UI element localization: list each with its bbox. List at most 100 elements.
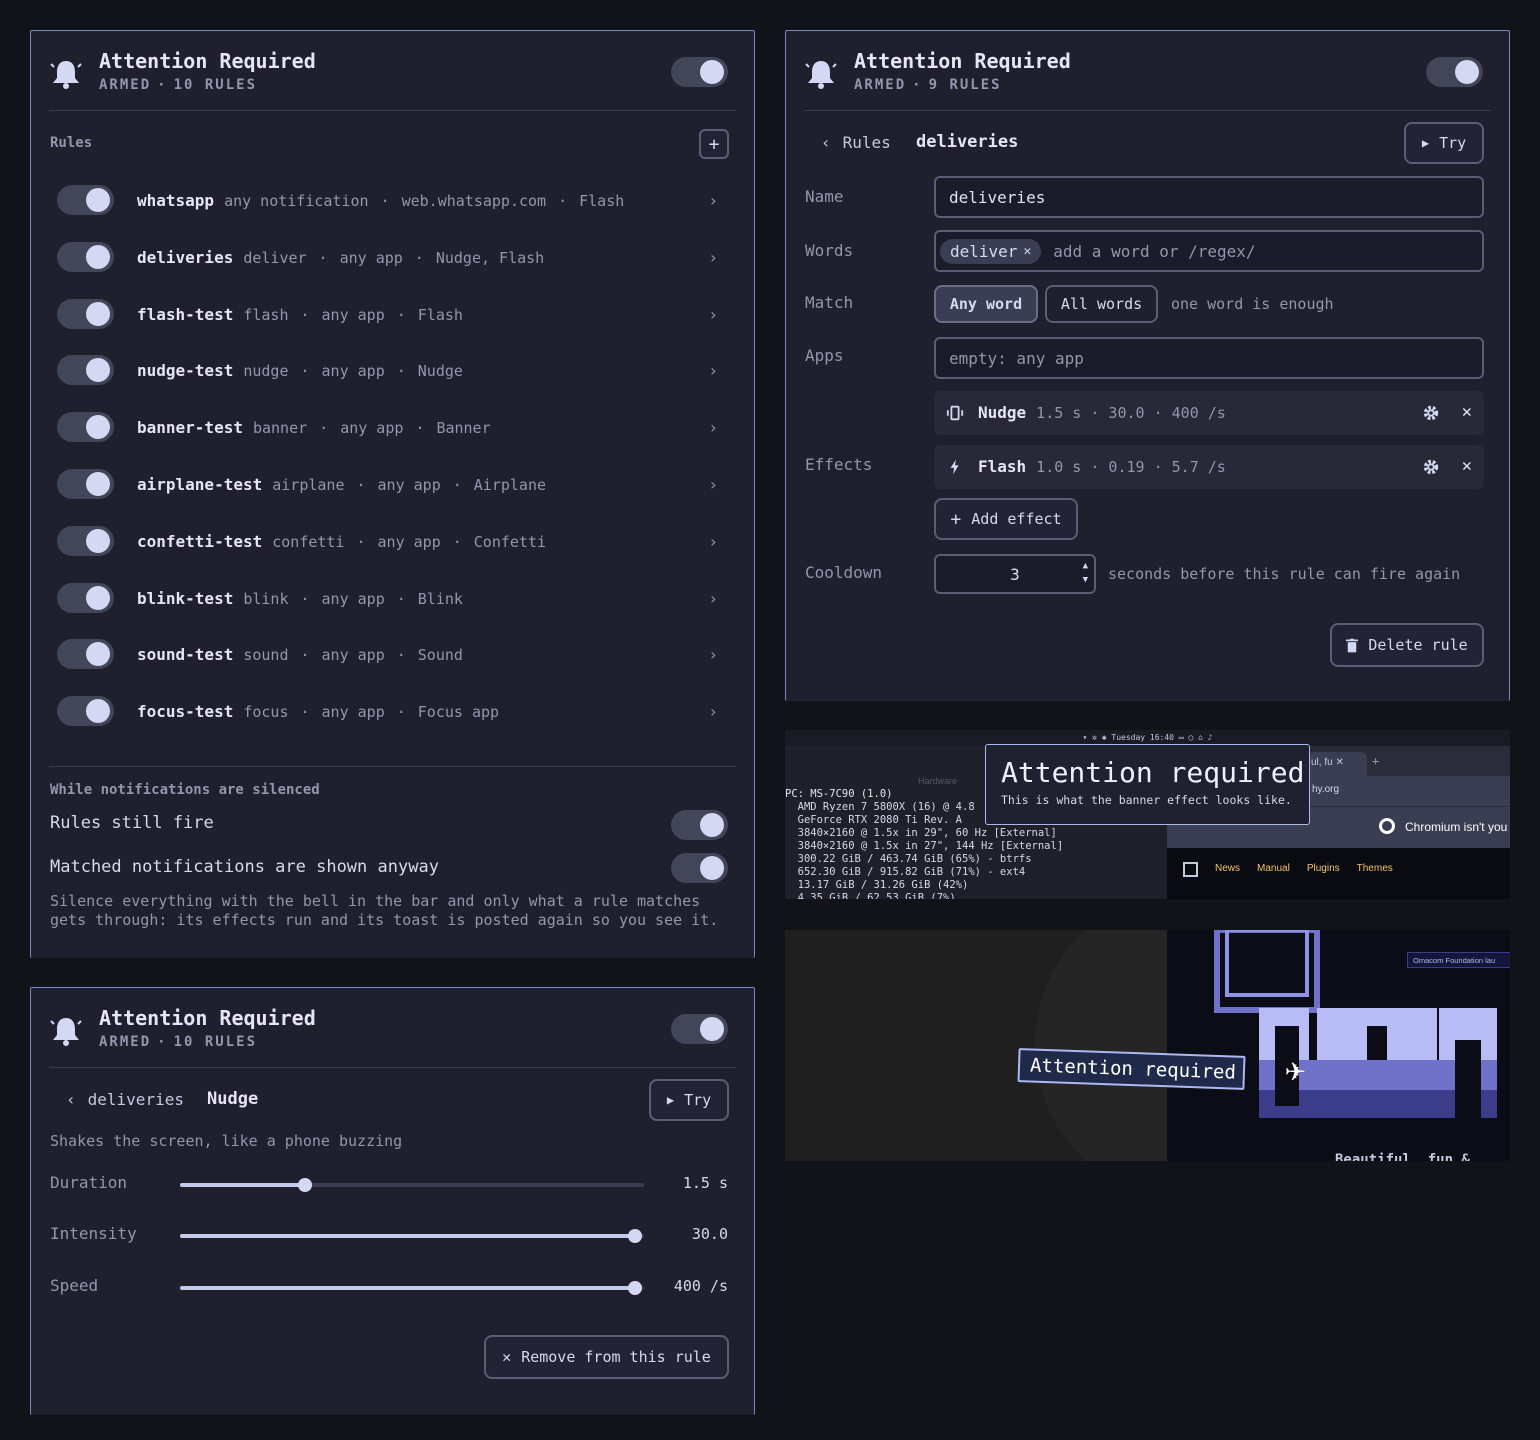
cooldown-stepper[interactable]: 3 ▲ ▼: [934, 554, 1096, 594]
rule-toggle[interactable]: [57, 241, 114, 272]
nav-link[interactable]: Manual: [1257, 863, 1290, 874]
nav-link[interactable]: Themes: [1357, 863, 1393, 874]
close-icon[interactable]: ✕: [1335, 757, 1343, 768]
rule-row[interactable]: deliveries deliver · any app · Nudge, Flash ›: [57, 240, 728, 276]
banner-title: Attention required: [1001, 756, 1305, 789]
cooldown-value: 3: [1010, 564, 1020, 584]
site-logo-icon: [1183, 862, 1198, 877]
rule-row[interactable]: nudge-test nudge · any app · Nudge ›: [57, 353, 728, 389]
rule-toggle[interactable]: [57, 185, 114, 215]
rules-panel: Attention Required ARMED · 10 RULES Rules …: [30, 30, 755, 958]
effect-name: Flash: [978, 457, 1027, 476]
rule-row[interactable]: sound-test sound · any app · Sound ›: [57, 637, 728, 673]
rule-row[interactable]: airplane-test airplane · any app · Airplane ›: [57, 467, 728, 503]
armed-status: ARMED · 9 RULES: [854, 77, 1002, 93]
new-tab-icon[interactable]: +: [1372, 754, 1379, 768]
rule-trigger: nudge: [243, 362, 289, 381]
effect-row-flash[interactable]: Flash 1.0 s · 0.19 · 5.7 /s ✕: [934, 445, 1484, 489]
chevron-left-icon: ‹: [66, 1090, 76, 1109]
silenced-option-label: Matched notifications are shown anyway: [50, 857, 439, 877]
chevron-right-icon: ›: [708, 418, 718, 438]
rule-row[interactable]: flash-test flash · any app · Flash ›: [57, 297, 728, 333]
rule-effects: Banner: [436, 419, 491, 438]
rule-toggle[interactable]: [57, 582, 114, 613]
armed-toggle[interactable]: [671, 57, 728, 87]
match-any-button[interactable]: Any word: [934, 285, 1038, 323]
rule-trigger: blink: [243, 589, 289, 608]
nav-link[interactable]: News: [1215, 863, 1240, 874]
gear-icon[interactable]: [1422, 458, 1440, 476]
close-icon[interactable]: ✕: [1023, 244, 1031, 259]
match-hint: one word is enough: [1171, 295, 1334, 313]
rule-row[interactable]: focus-test focus · any app · Focus app ›: [57, 694, 728, 730]
try-button[interactable]: ▶ Try: [1404, 122, 1484, 164]
apps-placeholder: empty: any app: [949, 348, 1084, 368]
delete-rule-button[interactable]: Delete rule: [1330, 623, 1484, 667]
rule-app: any app: [377, 532, 441, 551]
rule-toggle[interactable]: [57, 639, 114, 670]
duration-slider[interactable]: [180, 1178, 644, 1192]
rule-toggle[interactable]: [57, 525, 114, 556]
rule-toggle[interactable]: [57, 469, 114, 499]
panel-header: Attention Required ARMED · 10 RULES: [49, 49, 736, 111]
rule-row[interactable]: confetti-test confetti · any app · Confetti ›: [57, 524, 728, 560]
intensity-slider[interactable]: [180, 1229, 644, 1243]
match-all-button[interactable]: All words: [1045, 285, 1158, 323]
speed-slider[interactable]: [180, 1281, 644, 1295]
rule-effects: Blink: [417, 589, 463, 608]
add-effect-button[interactable]: + Add effect: [934, 498, 1078, 540]
back-button[interactable]: ‹ deliveries: [66, 1090, 184, 1109]
close-icon[interactable]: ✕: [1462, 456, 1472, 476]
system-info-line: 3840×2160 @ 1.5x in 27", 144 Hz [Externa…: [785, 840, 1064, 852]
stepper-arrows-icon[interactable]: ▲ ▼: [1083, 559, 1088, 587]
rule-summary: flash · any app · Flash: [243, 305, 463, 324]
close-icon[interactable]: ✕: [1462, 402, 1472, 422]
slider-thumb[interactable]: [627, 1281, 642, 1295]
gear-icon[interactable]: [1422, 404, 1440, 422]
rule-toggle[interactable]: [57, 355, 114, 386]
rule-toggle[interactable]: [57, 412, 114, 443]
panel-header: Attention Required ARMED · 10 RULES: [49, 1006, 736, 1068]
effect-row-nudge[interactable]: Nudge 1.5 s · 30.0 · 400 /s ✕: [934, 391, 1484, 435]
effects-label: Effects: [805, 455, 873, 474]
rule-name: deliveries: [137, 247, 234, 267]
rule-summary: confetti · any app · Confetti: [272, 532, 547, 551]
slider-thumb[interactable]: [627, 1229, 642, 1243]
panel-title: Attention Required: [854, 49, 1071, 73]
tray-icons: ▾ ✲ ✱: [1082, 733, 1112, 742]
effect-params: 1.0 s · 0.19 · 5.7 /s: [1036, 458, 1226, 476]
match-any-label: Any word: [949, 295, 1023, 313]
browser-tab[interactable]: ul, fu ✕: [1307, 752, 1367, 776]
bell-icon: [805, 61, 837, 89]
rule-row[interactable]: blink-test blink · any app · Blink ›: [57, 581, 728, 617]
rules-still-fire-toggle[interactable]: [671, 810, 728, 840]
system-info-line: 300.22 GiB / 463.74 GiB (65%) - btrfs: [785, 853, 1032, 865]
try-button[interactable]: ▶ Try: [649, 1079, 729, 1121]
nav-link[interactable]: Plugins: [1307, 863, 1340, 874]
airplane-preview: Omacom Foundation lau Beautiful, fun & A…: [785, 930, 1510, 1161]
status-text: ARMED: [99, 77, 152, 93]
rule-trigger: airplane: [272, 476, 345, 494]
rule-toggle[interactable]: [57, 696, 114, 727]
armed-toggle[interactable]: [671, 1014, 728, 1044]
silenced-header: While notifications are silenced: [50, 782, 320, 798]
rule-toggle[interactable]: [57, 298, 114, 329]
rule-app: any app: [321, 703, 385, 722]
rule-count: 9 RULES: [928, 77, 1002, 93]
rule-row[interactable]: whatsapp any notification · web.whatsapp.co…: [57, 183, 728, 219]
shown-anyway-toggle[interactable]: [671, 853, 728, 883]
slider-thumb[interactable]: [298, 1178, 313, 1192]
rule-row[interactable]: banner-test banner · any app · Banner ›: [57, 410, 728, 446]
chevron-right-icon: ›: [708, 531, 718, 551]
back-button[interactable]: ‹ Rules: [821, 133, 891, 152]
words-field[interactable]: deliver ✕ add a word or /regex/: [934, 230, 1484, 272]
status-text: ARMED: [99, 1034, 152, 1050]
apps-field[interactable]: empty: any app: [934, 337, 1484, 379]
armed-toggle[interactable]: [1426, 57, 1483, 87]
remove-effect-button[interactable]: ✕ Remove from this rule: [484, 1335, 729, 1379]
speed-label: Speed: [50, 1276, 99, 1295]
name-field[interactable]: deliveries: [934, 176, 1484, 218]
rule-trigger: focus: [243, 703, 289, 722]
add-rule-button[interactable]: +: [699, 129, 729, 159]
rule-effects: Sound: [417, 646, 463, 665]
